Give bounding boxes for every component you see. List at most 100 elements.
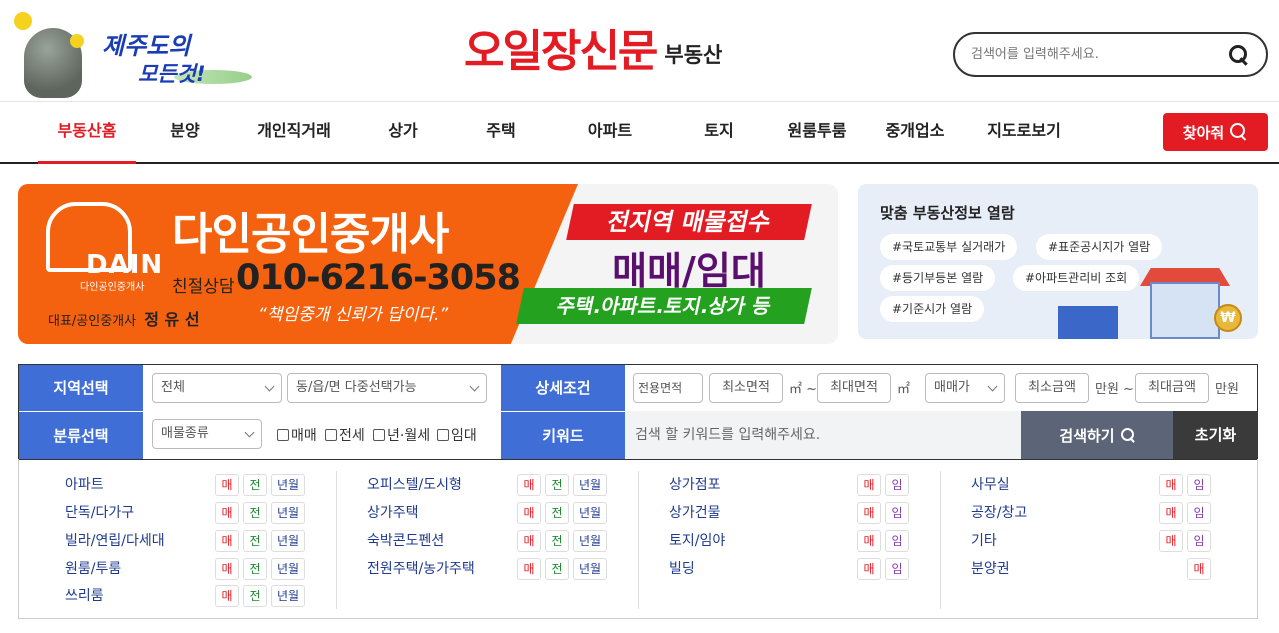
badge-sale[interactable]: 매 <box>215 474 239 496</box>
category-store-shop[interactable]: 상가점포 <box>669 474 721 494</box>
min-price-input[interactable]: 최소금액 <box>1015 373 1089 403</box>
category-apartment[interactable]: 아파트 <box>65 474 104 494</box>
badge-lease[interactable]: 임 <box>1187 502 1211 524</box>
badge-jeonse[interactable]: 전 <box>545 558 569 580</box>
tag-standard-price[interactable]: #기준시가 열람 <box>880 296 985 322</box>
category-store-building[interactable]: 상가건물 <box>669 502 721 522</box>
category-officetel[interactable]: 오피스텔/도시형 <box>367 474 462 494</box>
search-input[interactable] <box>971 47 1228 62</box>
badge-lease[interactable]: 임 <box>885 502 909 524</box>
find-button[interactable]: 찾아줘 <box>1163 113 1268 151</box>
tag-transaction-price[interactable]: #국토교통부 실거래가 <box>880 234 1018 260</box>
badge-lease[interactable]: 임 <box>885 558 909 580</box>
nav-item-oneroom[interactable]: 원룸투룸 <box>776 102 858 162</box>
category-presale-right[interactable]: 분양권 <box>971 558 1010 578</box>
badge-sale[interactable]: 매 <box>517 502 541 524</box>
price-type-select[interactable]: 매매가 <box>925 373 1005 403</box>
list-item: 상가주택 매 전 년월 <box>367 502 617 524</box>
max-price-input[interactable]: 최대금액 <box>1135 373 1209 403</box>
badge-jeonse[interactable]: 전 <box>243 558 267 580</box>
badge-sale[interactable]: 매 <box>1159 502 1183 524</box>
nav-item-apartment[interactable]: 아파트 <box>572 102 648 162</box>
category-lodging[interactable]: 숙박콘도펜션 <box>367 530 444 550</box>
category-country-house[interactable]: 전원주택/농가주택 <box>367 558 475 578</box>
list-item: 숙박콘도펜션 매 전 년월 <box>367 530 617 552</box>
category-factory[interactable]: 공장/창고 <box>971 502 1027 522</box>
search-button[interactable]: 검색하기 <box>1021 411 1173 459</box>
nav-item-store[interactable]: 상가 <box>370 102 436 162</box>
category-store-house[interactable]: 상가주택 <box>367 502 419 522</box>
badge-jeonse[interactable]: 전 <box>243 585 267 607</box>
badge-rent[interactable]: 년월 <box>271 502 305 524</box>
badge-jeonse[interactable]: 전 <box>545 502 569 524</box>
region-select[interactable]: 전체 <box>152 373 282 403</box>
badge-sale[interactable]: 매 <box>857 474 881 496</box>
checkbox-sale[interactable]: 매매 <box>277 425 317 445</box>
badge-sale[interactable]: 매 <box>1159 474 1183 496</box>
badge-rent[interactable]: 년월 <box>573 502 607 524</box>
badge-rent[interactable]: 년월 <box>573 474 607 496</box>
badge-jeonse[interactable]: 전 <box>545 474 569 496</box>
badge-sale[interactable]: 매 <box>517 558 541 580</box>
dong-select[interactable]: 동/읍/면 다중선택가능 <box>287 373 487 403</box>
max-area-input[interactable]: 최대면적 <box>817 373 891 403</box>
badge-sale[interactable]: 매 <box>857 502 881 524</box>
nav-item-map[interactable]: 지도로보기 <box>978 102 1070 162</box>
badge-sale[interactable]: 매 <box>857 558 881 580</box>
badge-sale[interactable]: 매 <box>1187 558 1211 580</box>
agency-ad-banner[interactable]: DAIN 다인공인중개사 다인공인중개사 친절상담 010-6216-3058 … <box>18 184 838 344</box>
badge-jeonse[interactable]: 전 <box>243 502 267 524</box>
badge-jeonse[interactable]: 전 <box>243 530 267 552</box>
tag-registry[interactable]: #등기부등본 열람 <box>880 265 996 291</box>
nav-item-presale[interactable]: 분양 <box>150 102 220 162</box>
buildings-decoration <box>1058 306 1118 339</box>
search-icon[interactable] <box>1228 44 1250 66</box>
badge-lease[interactable]: 임 <box>885 530 909 552</box>
jeju-logo[interactable]: 제주도의 모든것! <box>6 6 252 98</box>
category-land[interactable]: 토지/임야 <box>669 530 725 550</box>
badge-lease[interactable]: 임 <box>1187 474 1211 496</box>
badge-sale[interactable]: 매 <box>517 474 541 496</box>
nav-item-agencies[interactable]: 중개업소 <box>874 102 956 162</box>
badge-sale[interactable]: 매 <box>857 530 881 552</box>
category-building[interactable]: 빌딩 <box>669 558 695 578</box>
badge-rent[interactable]: 년월 <box>573 530 607 552</box>
checkbox-monthly[interactable]: 년·월세 <box>373 425 430 445</box>
nav-item-land[interactable]: 토지 <box>688 102 750 162</box>
badge-rent[interactable]: 년월 <box>271 474 305 496</box>
reset-button[interactable]: 초기화 <box>1173 411 1258 459</box>
category-office[interactable]: 사무실 <box>971 474 1010 494</box>
badge-sale[interactable]: 매 <box>517 530 541 552</box>
badge-sale[interactable]: 매 <box>215 530 239 552</box>
badge-rent[interactable]: 년월 <box>271 558 305 580</box>
category-villa[interactable]: 빌라/연립/다세대 <box>65 530 165 550</box>
brand-logo[interactable]: 오일장신문 부동산 <box>464 26 722 76</box>
category-etc[interactable]: 기타 <box>971 530 997 550</box>
keyword-input[interactable]: 검색 할 키워드를 입력해주세요. <box>625 411 1021 459</box>
nav-item-house[interactable]: 주택 <box>468 102 534 162</box>
badge-lease[interactable]: 임 <box>885 474 909 496</box>
min-area-input[interactable]: 최소면적 <box>709 373 783 403</box>
nav-item-home[interactable]: 부동산홈 <box>38 102 136 164</box>
category-threeroom[interactable]: 쓰리룸 <box>65 585 104 605</box>
badge-lease[interactable]: 임 <box>1187 530 1211 552</box>
checkbox-lease[interactable]: 임대 <box>437 425 477 445</box>
category-select[interactable]: 매물종류 <box>152 419 262 449</box>
region-label: 지역선택 <box>19 365 143 411</box>
badge-sale[interactable]: 매 <box>215 585 239 607</box>
badge-rent[interactable]: 년월 <box>271 585 305 607</box>
list-item: 전원주택/농가주택 매 전 년월 <box>367 558 617 580</box>
badge-rent[interactable]: 년월 <box>573 558 607 580</box>
badge-jeonse[interactable]: 전 <box>243 474 267 496</box>
badge-sale[interactable]: 매 <box>1159 530 1183 552</box>
badge-sale[interactable]: 매 <box>215 558 239 580</box>
badge-rent[interactable]: 년월 <box>271 530 305 552</box>
category-oneroom[interactable]: 원룸/투룸 <box>65 558 121 578</box>
badge-jeonse[interactable]: 전 <box>545 530 569 552</box>
nav-item-direct-trade[interactable]: 개인직거래 <box>240 102 348 162</box>
category-detached[interactable]: 단독/다가구 <box>65 502 134 522</box>
badge-sale[interactable]: 매 <box>215 502 239 524</box>
checkbox-jeonse[interactable]: 전세 <box>325 425 365 445</box>
area-type-select[interactable]: 전용면적 <box>633 373 703 403</box>
find-button-label: 찾아줘 <box>1182 123 1225 142</box>
